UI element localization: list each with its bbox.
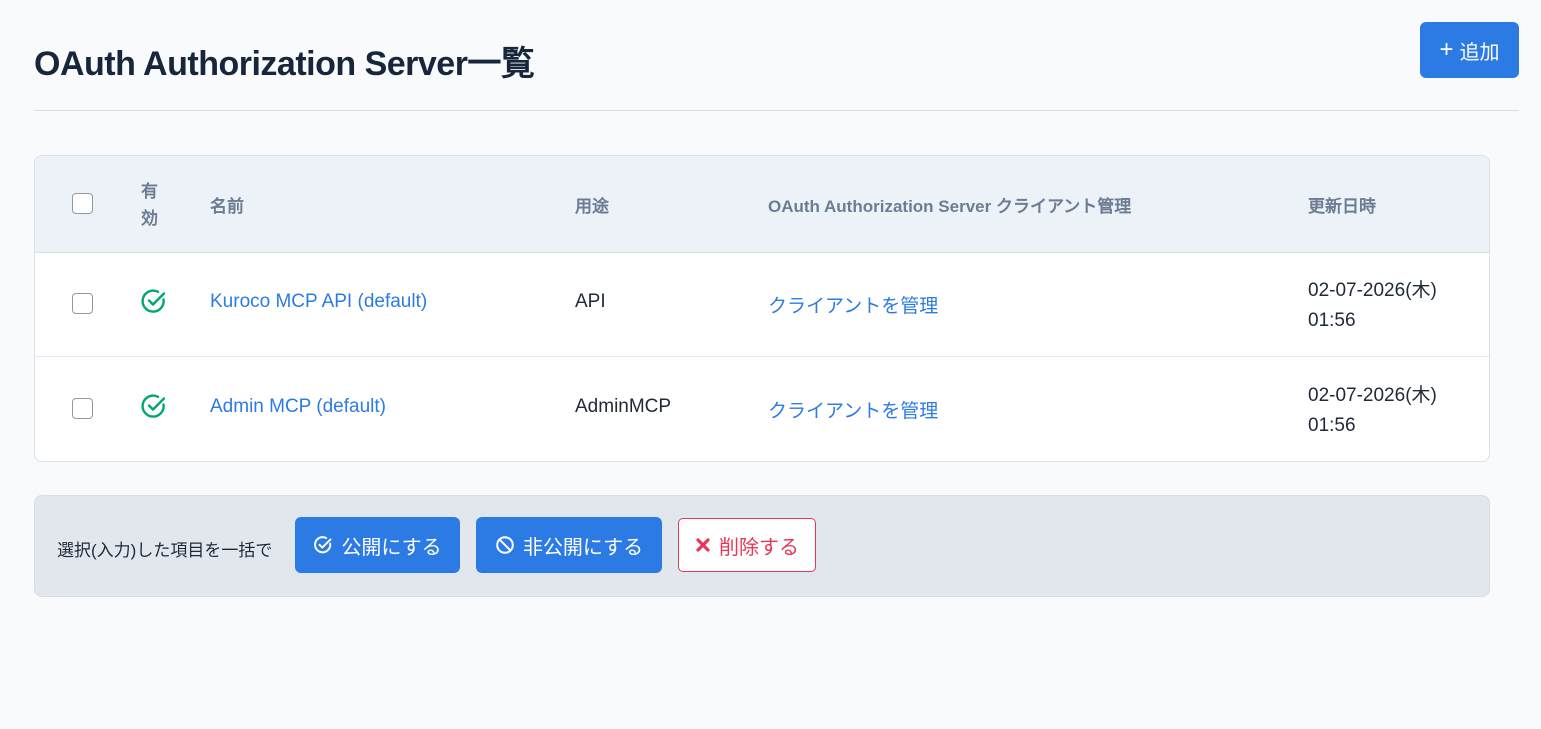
bulk-action-bar: 選択(入力)した項目を一括で 公開にする 非公開にする 削除する bbox=[34, 495, 1490, 597]
page-header: OAuth Authorization Server一覧 + 追加 bbox=[34, 0, 1519, 111]
updated-time: 01:56 bbox=[1308, 310, 1356, 331]
enabled-check-icon bbox=[141, 289, 166, 313]
column-header-updated[interactable]: 更新日時 bbox=[1308, 192, 1376, 217]
column-header-client: OAuth Authorization Server クライアント管理 bbox=[768, 197, 1132, 216]
updated-date: 02-07-2026(木) bbox=[1308, 385, 1437, 406]
publish-button[interactable]: 公開にする bbox=[295, 517, 460, 573]
delete-button-label: 削除する bbox=[719, 536, 799, 559]
page-title: OAuth Authorization Server一覧 bbox=[34, 45, 535, 83]
delete-button[interactable]: 削除する bbox=[678, 518, 816, 572]
updated-cell: 02-07-2026(木) 01:56 bbox=[1308, 381, 1437, 441]
table-header: 有 効 名前 用途 OAuth Authorization Server クライ… bbox=[35, 156, 1489, 253]
table-row: Kuroco MCP API (default) API クライアントを管理 0… bbox=[35, 252, 1489, 357]
close-icon bbox=[696, 538, 710, 552]
table-row: Admin MCP (default) AdminMCP クライアントを管理 0… bbox=[35, 357, 1489, 461]
bulk-action-label: 選択(入力)した項目を一括で bbox=[57, 541, 273, 560]
check-circle-icon bbox=[314, 536, 332, 554]
row-checkbox[interactable] bbox=[72, 293, 93, 314]
column-header-name[interactable]: 名前 bbox=[210, 192, 244, 217]
ban-icon bbox=[496, 536, 514, 554]
publish-button-label: 公開にする bbox=[341, 536, 442, 559]
purpose-cell: API bbox=[575, 291, 606, 312]
column-header-purpose: 用途 bbox=[575, 197, 609, 216]
server-name-link[interactable]: Kuroco MCP API (default) bbox=[210, 291, 427, 313]
column-header-enabled: 有 効 bbox=[141, 182, 158, 228]
server-name-link[interactable]: Admin MCP (default) bbox=[210, 396, 386, 418]
enabled-check-icon bbox=[141, 394, 166, 418]
server-table: 有 効 名前 用途 OAuth Authorization Server クライ… bbox=[34, 155, 1490, 462]
plus-icon: + bbox=[1439, 36, 1454, 63]
select-all-checkbox[interactable] bbox=[72, 193, 93, 214]
updated-date: 02-07-2026(木) bbox=[1308, 280, 1437, 301]
row-checkbox[interactable] bbox=[72, 398, 93, 419]
unpublish-button[interactable]: 非公開にする bbox=[476, 517, 662, 573]
updated-time: 01:56 bbox=[1308, 415, 1356, 436]
updated-cell: 02-07-2026(木) 01:56 bbox=[1308, 276, 1437, 336]
purpose-cell: AdminMCP bbox=[575, 396, 672, 417]
manage-clients-link[interactable]: クライアントを管理 bbox=[768, 291, 938, 318]
add-button[interactable]: + 追加 bbox=[1420, 22, 1519, 78]
unpublish-button-label: 非公開にする bbox=[522, 536, 644, 559]
manage-clients-link[interactable]: クライアントを管理 bbox=[768, 396, 938, 423]
add-button-label: 追加 bbox=[1459, 41, 1500, 64]
